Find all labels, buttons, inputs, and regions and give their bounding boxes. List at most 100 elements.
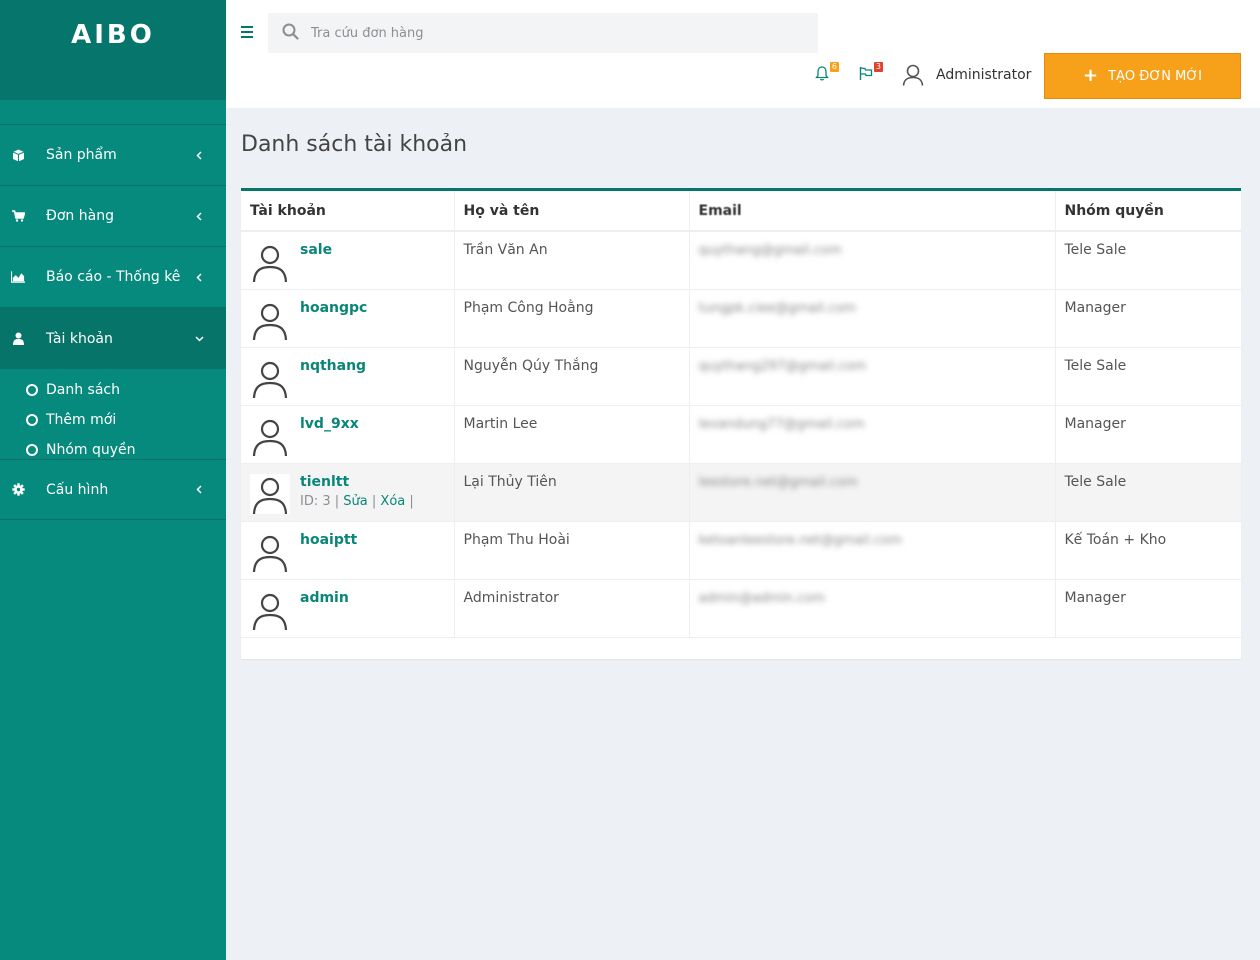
cell-account: lvd_9xx [241,405,455,464]
cell-fullname: Martin Lee [454,405,690,464]
sidebar-item-products[interactable]: Sản phẩm [0,125,226,186]
table-row[interactable]: lvd_9xx Martin Lee levandung77@gmail.com Ma… [241,405,1241,464]
gear-icon [11,483,25,497]
cell-account: sale [241,231,455,290]
delete-link[interactable]: Xóa [380,494,405,509]
table-row[interactable]: nqthang Nguyễn Qúy Thắng quythang297@gmail… [241,347,1241,406]
sidebar: AIBO Sản phẩm Đơn hàng Báo cáo - Thống k… [0,0,226,960]
circle-icon [26,444,38,456]
chevron-left-icon [194,150,204,160]
circle-icon [26,384,38,396]
area-chart-icon [11,270,25,284]
username-link[interactable]: tienltt [300,474,349,490]
column-header-email[interactable]: Email [689,191,1056,232]
user-avatar-icon [902,64,924,86]
sidebar-menu: Sản phẩm Đơn hàng Báo cáo - Thống kê Tài… [0,124,226,520]
cell-email: leestore.net@gmail.com [689,463,1056,522]
cell-fullname: Nguyễn Qúy Thắng [454,347,690,406]
username-link[interactable]: lvd_9xx [300,416,359,432]
hamburger-menu-icon[interactable] [241,26,253,38]
top-header: 6 3 Administrator + TẠO ĐƠN MỚI [226,0,1260,108]
cell-fullname: Lại Thủy Tiên [454,463,690,522]
submenu-item-label: Danh sách [46,382,120,398]
sidebar-item-accounts[interactable]: Tài khoản [0,308,226,369]
cell-account: admin [241,579,455,638]
submenu-item-label: Thêm mới [46,412,117,428]
username-link[interactable]: hoaiptt [300,532,357,548]
search-icon[interactable] [282,23,299,44]
search-bar [268,13,818,53]
user-icon [11,332,25,346]
avatar [250,415,290,456]
cell-group: Tele Sale [1055,347,1241,406]
cell-fullname: Trần Văn An [454,231,690,290]
username-link[interactable]: hoangpc [300,300,367,316]
username-link[interactable]: admin [300,590,349,606]
avatar [250,531,290,572]
chevron-left-icon [194,211,204,221]
cell-email: admin@admin.com [689,579,1056,638]
table-row[interactable]: tienltt ID: 3 | Sửa | Xóa | Lại Thủy Tiên l… [241,463,1241,522]
circle-icon [26,414,38,426]
table-row[interactable]: hoaiptt Phạm Thu Hoài ketoanleestore.net@g… [241,521,1241,580]
notifications-badge: 6 [829,62,839,72]
cube-icon [11,148,25,162]
user-menu[interactable]: Administrator [902,64,1031,86]
email-text: leestore.net@gmail.com [698,474,858,490]
cell-account: tienltt ID: 3 | Sửa | Xóa | [241,463,455,522]
logo[interactable]: AIBO [71,20,155,52]
username-link[interactable]: sale [300,242,332,258]
accounts-panel: Tài khoản Họ và tên Email Nhóm quyền sal… [241,188,1241,659]
chevron-left-icon [194,272,204,282]
chevron-down-icon [194,334,204,344]
email-text: ketoanleestore.net@gmail.com [698,532,902,548]
table-header-row: Tài khoản Họ và tên Email Nhóm quyền [241,191,1241,232]
cell-account: hoangpc [241,289,455,348]
flags-badge: 3 [873,62,883,72]
cell-group: Tele Sale [1055,231,1241,290]
email-text: tungpk.ciee@gmail.com [698,300,857,316]
create-order-button[interactable]: + TẠO ĐƠN MỚI [1044,53,1241,99]
sidebar-item-settings[interactable]: Cấu hình [0,459,226,520]
flags-button[interactable]: 3 [859,62,883,84]
username-link[interactable]: nqthang [300,358,366,374]
table-row[interactable]: hoangpc Phạm Công Hoằng tungpk.ciee@gmail.… [241,289,1241,348]
email-text: quythang@gmail.com [698,243,842,258]
sidebar-item-orders[interactable]: Đơn hàng [0,186,226,247]
cell-group: Manager [1055,579,1241,638]
search-input[interactable] [311,25,791,41]
avatar [250,357,290,398]
email-text: admin@admin.com [698,590,825,606]
column-header-group[interactable]: Nhóm quyền [1055,191,1241,232]
cell-fullname: Administrator [454,579,690,638]
plus-icon: + [1082,65,1099,86]
table-row[interactable]: sale Trần Văn An quythang@gmail.com Tele Sa… [241,231,1241,290]
column-header-fullname[interactable]: Họ và tên [454,191,690,232]
table-row[interactable]: admin Administrator admin@admin.com Manager [241,579,1241,638]
sidebar-item-reports[interactable]: Báo cáo - Thống kê [0,247,226,308]
cell-group: Manager [1055,405,1241,464]
cell-fullname: Phạm Thu Hoài [454,521,690,580]
cart-icon [11,209,25,223]
submenu-item-list[interactable]: Danh sách [0,375,226,405]
column-header-account[interactable]: Tài khoản [241,191,455,232]
avatar [250,299,290,340]
cell-account: hoaiptt [241,521,455,580]
cell-account: nqthang [241,347,455,406]
avatar [250,473,290,514]
cell-fullname: Phạm Công Hoằng [454,289,690,348]
cell-group: Tele Sale [1055,463,1241,522]
email-text: levandung77@gmail.com [698,416,865,432]
create-order-label: TẠO ĐƠN MỚI [1108,68,1202,84]
edit-link[interactable]: Sửa [343,494,367,509]
avatar [250,242,290,283]
avatar [250,589,290,630]
cell-email: tungpk.ciee@gmail.com [689,289,1056,348]
row-actions: ID: 3 | Sửa | Xóa | [300,493,414,509]
chevron-left-icon [194,485,204,495]
submenu-item-label: Nhóm quyền [46,442,136,458]
user-name: Administrator [936,67,1032,83]
notifications-button[interactable]: 6 [815,62,839,84]
submenu-item-add[interactable]: Thêm mới [0,405,226,435]
accounts-table: Tài khoản Họ và tên Email Nhóm quyền sal… [241,191,1241,638]
